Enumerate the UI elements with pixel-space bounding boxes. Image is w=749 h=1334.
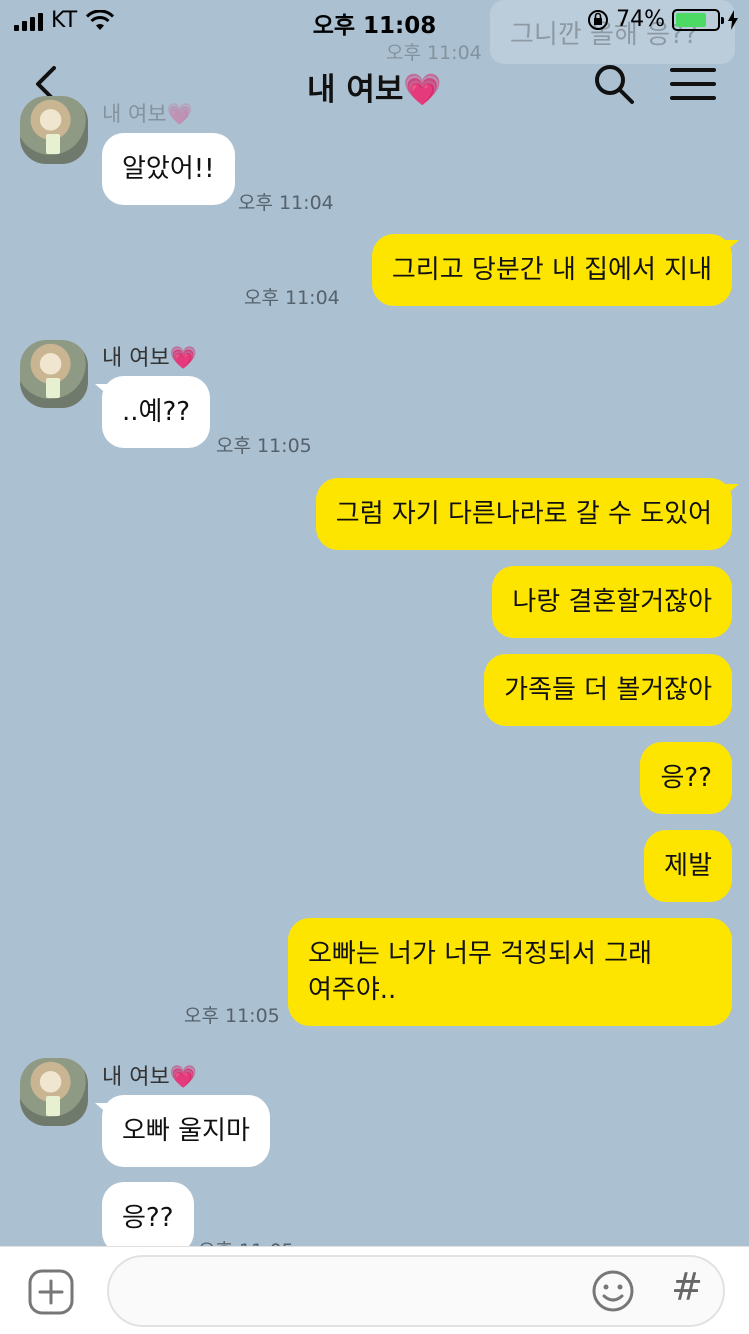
hash-icon[interactable]: #: [665, 1265, 709, 1313]
outgoing-message-bubble[interactable]: 그리고 당분간 내 집에서 지내: [371, 234, 740, 306]
avatar[interactable]: [20, 96, 88, 164]
incoming-message-bubble[interactable]: 오빠 울지마: [95, 1095, 270, 1167]
rotation-lock-icon: [588, 9, 609, 30]
chat-title: 내 여보💗: [307, 72, 442, 108]
emoji-icon[interactable]: [591, 1269, 635, 1313]
outgoing-message-bubble[interactable]: 그럼 자기 다른나라로 갈 수 도있어: [315, 478, 740, 550]
outgoing-message-bubble[interactable]: 가족들 더 볼거잖아: [484, 654, 732, 726]
status-bar: KT 오후 11:08 74%: [0, 0, 749, 40]
status-right: 74%: [587, 7, 739, 32]
message-time: 오후 11:05: [184, 1005, 280, 1027]
battery-fill: [676, 12, 706, 27]
message-input[interactable]: [129, 1275, 569, 1309]
incoming-message-bubble[interactable]: 알았어!!: [102, 133, 235, 205]
outgoing-message-bubble[interactable]: 응??: [640, 742, 732, 814]
avatar[interactable]: [20, 340, 88, 408]
message-input-container[interactable]: #: [107, 1255, 725, 1327]
incoming-message-bubble[interactable]: 응??: [102, 1182, 194, 1254]
search-icon[interactable]: [592, 62, 636, 106]
plus-icon[interactable]: [28, 1269, 74, 1315]
outgoing-message-bubble[interactable]: 오빠는 너가 너무 걱정되서 그래 여주야..: [288, 918, 732, 1026]
sender-name: 내 여보💗: [102, 1065, 198, 1090]
chat-header: 내 여보💗: [0, 40, 749, 128]
message-time: 오후 11:04: [238, 192, 334, 214]
menu-icon[interactable]: [670, 64, 716, 104]
incoming-message-bubble[interactable]: ..예??: [94, 376, 211, 448]
avatar[interactable]: [20, 1058, 88, 1126]
sender-name: 내 여보💗: [102, 346, 198, 371]
composer-bar: #: [0, 1246, 749, 1334]
battery-icon: [672, 8, 724, 31]
outgoing-message-bubble[interactable]: 나랑 결혼할거잖아: [492, 566, 732, 638]
outgoing-message-bubble[interactable]: 제발: [644, 830, 732, 902]
message-time: 오후 11:05: [216, 435, 312, 457]
battery-percent: 74%: [616, 7, 665, 32]
charging-bolt-icon: [728, 9, 738, 30]
message-time: 오후 11:04: [244, 287, 340, 309]
